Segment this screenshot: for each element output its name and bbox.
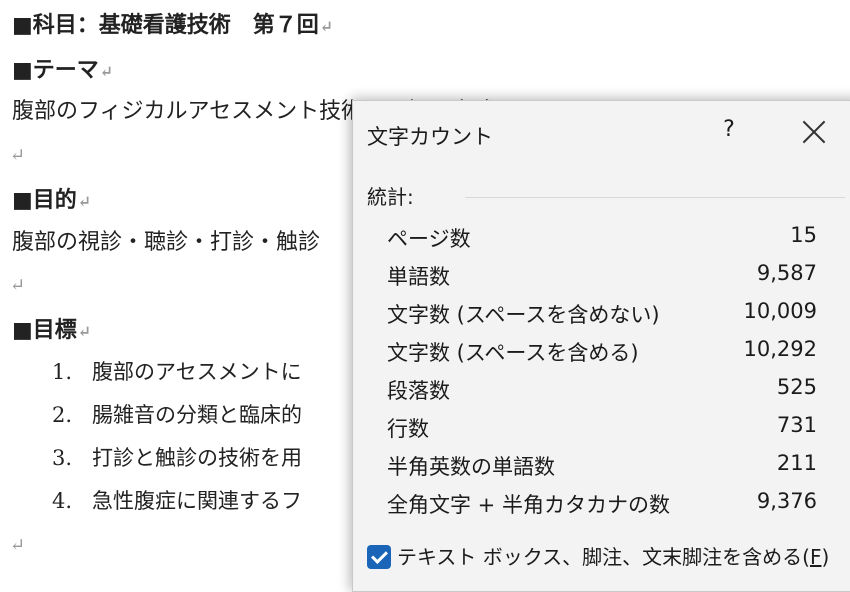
dialog-title: 文字カウント [367, 125, 493, 149]
stat-row-fullwidth-chars: 全角文字 + 半角カタカナの数 9,376 [387, 489, 817, 517]
checkbox[interactable] [367, 545, 391, 569]
help-button[interactable]: ? [715, 117, 743, 149]
goal-item: 1. 腹部のアセスメントに [52, 360, 302, 384]
stat-row-chars-with-spaces: 文字数 (スペースを含める) 10,292 [387, 337, 817, 365]
empty-paragraph-mark: ↵ [10, 145, 26, 166]
heading-goals: ■目標↵ [12, 317, 92, 343]
word-count-dialog: 文字カウント ? 統計: ページ数 15 単語数 9,587 文字数 (スペースを含… [352, 100, 850, 592]
goal-item: 3. 打診と触診の技術を用 [52, 446, 302, 470]
goal-item: 4. 急性腹症に関連するフ [52, 489, 302, 513]
stat-row-pages: ページ数 15 [387, 223, 817, 251]
checkbox-label: テキスト ボックス、脚注、文末脚注を含める(F) [397, 545, 830, 569]
section-divider [465, 197, 845, 198]
stat-row-halfwidth-words: 半角英数の単語数 211 [387, 451, 817, 479]
close-button[interactable] [801, 119, 827, 145]
empty-paragraph-mark: ↵ [10, 275, 26, 296]
stat-row-lines: 行数 731 [387, 413, 817, 441]
stat-row-paragraphs: 段落数 525 [387, 375, 817, 403]
statistics-label: 統計: [367, 185, 414, 209]
heading-purpose: ■目的↵ [12, 187, 92, 213]
empty-paragraph-mark: ↵ [10, 535, 26, 556]
stat-row-words: 単語数 9,587 [387, 261, 817, 289]
heading-subject: ■科目：基礎看護技術 第７回↵ [12, 12, 334, 38]
goal-item: 2. 腸雑音の分類と臨床的 [52, 403, 302, 427]
include-textboxes-checkbox-row[interactable]: テキスト ボックス、脚注、文末脚注を含める(F) [367, 541, 829, 570]
heading-theme: ■テーマ↵ [12, 57, 114, 83]
purpose-text: 腹部の視診・聴診・打診・触診 [12, 230, 321, 255]
stat-row-chars-no-spaces: 文字数 (スペースを含めない) 10,009 [387, 299, 817, 327]
